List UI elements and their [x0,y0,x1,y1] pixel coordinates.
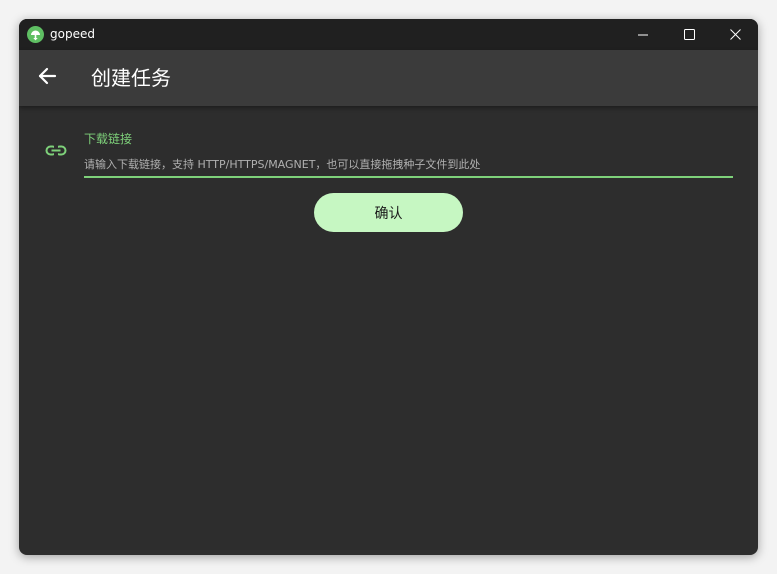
app-name: gopeed [50,27,95,41]
back-button[interactable] [31,62,63,94]
download-url-input[interactable] [84,152,733,178]
confirm-button[interactable]: 确认 [314,193,463,232]
close-icon [729,25,741,44]
maximize-icon [683,25,695,44]
app-window: gopeed 创建任务 下载链接 请输入下载链接，支持 HTTP/HTTPS/M… [19,19,758,555]
download-url-label: 下载链接 [84,132,133,146]
minimize-icon [638,25,648,44]
close-button[interactable] [712,19,758,50]
app-bar: 创建任务 [19,50,758,106]
minimize-button[interactable] [620,19,666,50]
link-icon [45,140,67,162]
page-title: 创建任务 [91,66,171,90]
title-bar[interactable]: gopeed [19,19,758,50]
arrow-left-icon [37,66,57,90]
gopeed-logo-icon [27,26,44,43]
maximize-button[interactable] [666,19,712,50]
